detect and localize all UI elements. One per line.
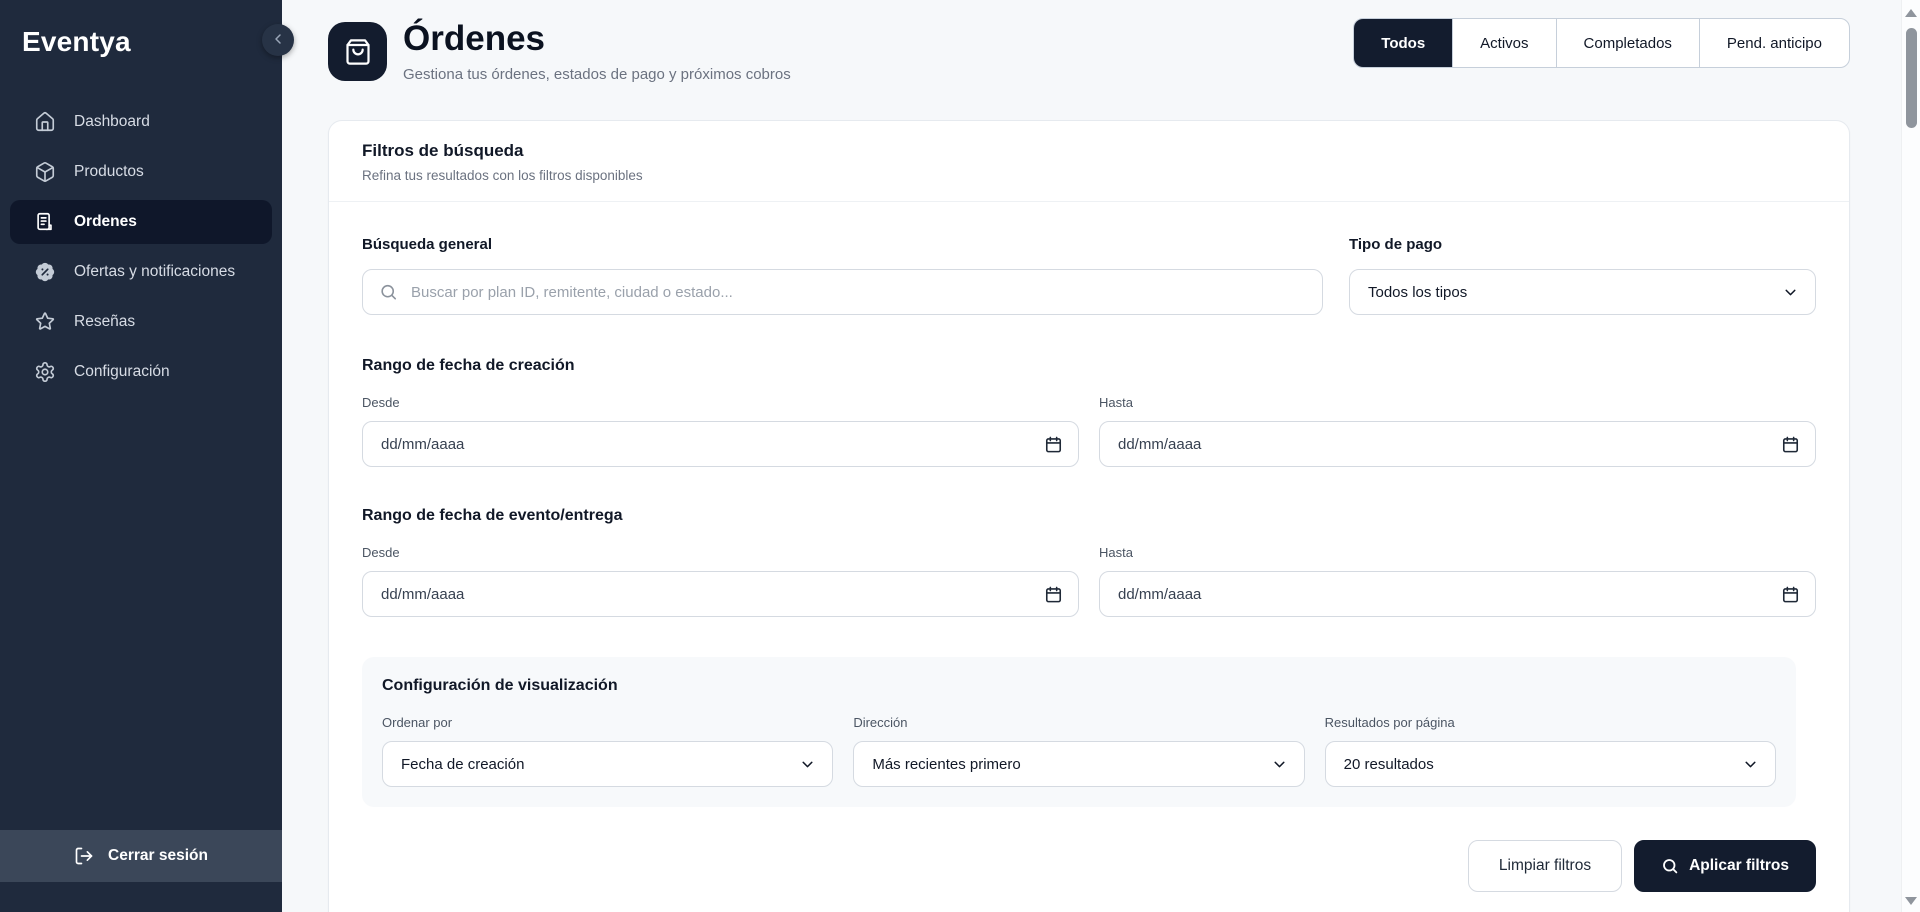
calendar-icon[interactable] <box>1781 585 1800 604</box>
app-logo: Eventya <box>22 26 131 57</box>
package-icon <box>34 161 56 183</box>
sidebar-item-resenas[interactable]: Reseñas <box>10 300 272 344</box>
calendar-icon[interactable] <box>1044 585 1063 604</box>
direction-label: Dirección <box>853 715 908 730</box>
date-placeholder: dd/mm/aaaa <box>1118 435 1202 453</box>
payment-type-label: Tipo de pago <box>1349 236 1443 253</box>
date-placeholder: dd/mm/aaaa <box>381 435 465 453</box>
sidebar-item-label: Ofertas y notificaciones <box>74 263 236 280</box>
sort-by-select[interactable]: Fecha de creación <box>382 741 834 787</box>
sidebar: Eventya Dashboard Productos Ordenes Ofer… <box>0 0 294 912</box>
filters-title: Filtros de búsqueda <box>362 141 524 160</box>
clear-filters-button[interactable]: Limpiar filtros <box>1467 840 1623 892</box>
sidebar-item-dashboard[interactable]: Dashboard <box>10 100 272 144</box>
sidebar-collapse-button[interactable] <box>262 24 294 56</box>
chevron-down-icon <box>1271 756 1288 773</box>
payment-type-value: Todos los tipos <box>1368 283 1468 301</box>
chevron-down-icon <box>1742 756 1759 773</box>
per-page-select[interactable]: 20 resultados <box>1324 741 1776 787</box>
tab-completados[interactable]: Completados <box>1555 19 1699 67</box>
calendar-icon[interactable] <box>1781 435 1800 454</box>
sidebar-item-label: Productos <box>74 163 144 180</box>
creation-from-label: Desde <box>362 395 400 410</box>
direction-value: Más recientes primero <box>872 755 1021 773</box>
sidebar-item-label: Ordenes <box>74 213 137 230</box>
sort-by-value: Fecha de creación <box>401 755 525 773</box>
tab-todos[interactable]: Todos <box>1354 19 1453 67</box>
logout-label: Cerrar sesión <box>108 847 208 864</box>
chevron-down-icon <box>1782 284 1799 301</box>
direction-select[interactable]: Más recientes primero <box>853 741 1305 787</box>
date-placeholder: dd/mm/aaaa <box>381 585 465 603</box>
vertical-scrollbar[interactable] <box>1901 0 1920 912</box>
creation-to-label: Hasta <box>1099 395 1133 410</box>
event-to-date-input[interactable]: dd/mm/aaaa <box>1099 571 1816 617</box>
chevron-left-icon <box>270 31 286 50</box>
filters-card: Filtros de búsqueda Refina tus resultado… <box>328 120 1850 912</box>
event-range-title: Rango de fecha de evento/entrega <box>362 507 623 524</box>
scrollbar-down-arrow[interactable] <box>1905 897 1917 905</box>
star-icon <box>34 311 56 333</box>
status-tabs: Todos Activos Completados Pend. anticipo <box>1353 18 1850 68</box>
event-from-label: Desde <box>362 545 400 560</box>
filters-card-header: Filtros de búsqueda Refina tus resultado… <box>329 121 1849 202</box>
apply-filters-label: Aplicar filtros <box>1689 857 1789 874</box>
creation-from-date-input[interactable]: dd/mm/aaaa <box>362 421 1079 467</box>
display-settings-title: Configuración de visualización <box>382 677 618 694</box>
sidebar-item-configuracion[interactable]: Configuración <box>10 350 272 394</box>
logout-icon <box>74 846 94 866</box>
event-from-date-input[interactable]: dd/mm/aaaa <box>362 571 1079 617</box>
search-icon <box>1661 857 1679 875</box>
chevron-down-icon <box>799 756 816 773</box>
home-icon <box>34 111 56 133</box>
gear-icon <box>34 361 56 383</box>
page-title: Órdenes <box>403 19 545 58</box>
creation-to-date-input[interactable]: dd/mm/aaaa <box>1099 421 1816 467</box>
scrollbar-up-arrow[interactable] <box>1905 9 1917 17</box>
apply-filters-button[interactable]: Aplicar filtros <box>1634 840 1816 892</box>
badge-percent-icon <box>34 261 56 283</box>
scrollbar-thumb[interactable] <box>1905 28 1917 128</box>
event-to-label: Hasta <box>1099 545 1133 560</box>
logout-button[interactable]: Cerrar sesión <box>0 830 282 882</box>
sidebar-nav: Dashboard Productos Ordenes Ofertas y no… <box>0 100 282 400</box>
sidebar-item-label: Configuración <box>74 363 170 380</box>
page-subtitle: Gestiona tus órdenes, estados de pago y … <box>403 66 791 83</box>
tab-activos[interactable]: Activos <box>1452 19 1555 67</box>
sidebar-item-label: Reseñas <box>74 313 136 330</box>
tab-pend-anticipo[interactable]: Pend. anticipo <box>1698 19 1849 67</box>
calendar-icon[interactable] <box>1044 435 1063 454</box>
creation-range-title: Rango de fecha de creación <box>362 357 575 374</box>
per-page-value: 20 resultados <box>1343 755 1434 773</box>
sidebar-item-ordenes[interactable]: Ordenes <box>10 200 272 244</box>
sidebar-item-label: Dashboard <box>74 113 150 130</box>
display-settings-panel: Configuración de visualización Ordenar p… <box>362 657 1796 807</box>
search-input[interactable] <box>362 269 1323 315</box>
main-content: Órdenes Gestiona tus órdenes, estados de… <box>282 0 1901 912</box>
search-label: Búsqueda general <box>362 236 493 253</box>
sidebar-item-productos[interactable]: Productos <box>10 150 272 194</box>
shopping-bag-icon <box>328 22 387 81</box>
payment-type-select[interactable]: Todos los tipos <box>1349 269 1816 315</box>
date-placeholder: dd/mm/aaaa <box>1118 585 1202 603</box>
page-header: Órdenes Gestiona tus órdenes, estados de… <box>328 18 1850 83</box>
filters-subtitle: Refina tus resultados con los filtros di… <box>362 168 643 183</box>
sidebar-item-ofertas[interactable]: Ofertas y notificaciones <box>10 250 272 294</box>
receipt-icon <box>34 211 56 233</box>
sort-by-label: Ordenar por <box>382 715 453 730</box>
per-page-label: Resultados por página <box>1324 715 1455 730</box>
